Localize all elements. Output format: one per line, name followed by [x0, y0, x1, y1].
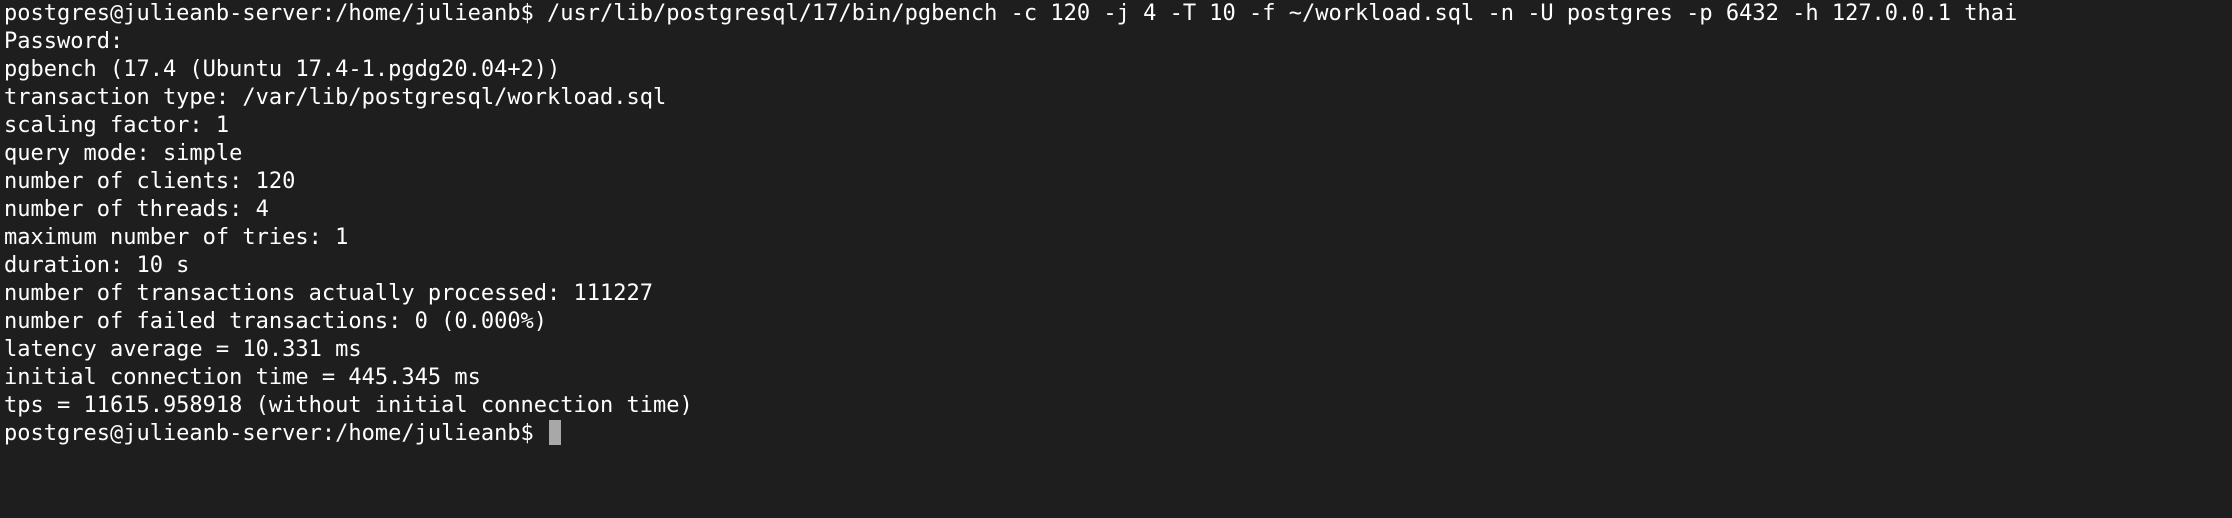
command-line: postgres@julieanb-server:/home/julieanb$… — [4, 1, 2018, 26]
password-prompt-line: Password: — [4, 29, 124, 54]
shell-prompt: postgres@julieanb-server:/home/julieanb$ — [4, 421, 548, 446]
max-tries-line: maximum number of tries: 1 — [4, 225, 349, 250]
failed-transactions-line: number of failed transactions: 0 (0.000%… — [4, 309, 548, 334]
transaction-type-line: transaction type: /var/lib/postgresql/wo… — [4, 85, 667, 110]
terminal-window[interactable]: postgres@julieanb-server:/home/julieanb$… — [0, 0, 2232, 518]
clients-line: number of clients: 120 — [4, 169, 296, 194]
transactions-processed-line: number of transactions actually processe… — [4, 281, 654, 306]
cursor-block — [549, 420, 562, 445]
query-mode-line: query mode: simple — [4, 141, 243, 166]
prompt-line[interactable]: postgres@julieanb-server:/home/julieanb$ — [4, 420, 2228, 448]
latency-average-line: latency average = 10.331 ms — [4, 337, 362, 362]
threads-line: number of threads: 4 — [4, 197, 269, 222]
tps-line: tps = 11615.958918 (without initial conn… — [4, 393, 693, 418]
duration-line: duration: 10 s — [4, 253, 190, 278]
scaling-factor-line: scaling factor: 1 — [4, 113, 230, 138]
pgbench-version-line: pgbench (17.4 (Ubuntu 17.4-1.pgdg20.04+2… — [4, 57, 561, 82]
connection-time-line: initial connection time = 445.345 ms — [4, 365, 481, 390]
